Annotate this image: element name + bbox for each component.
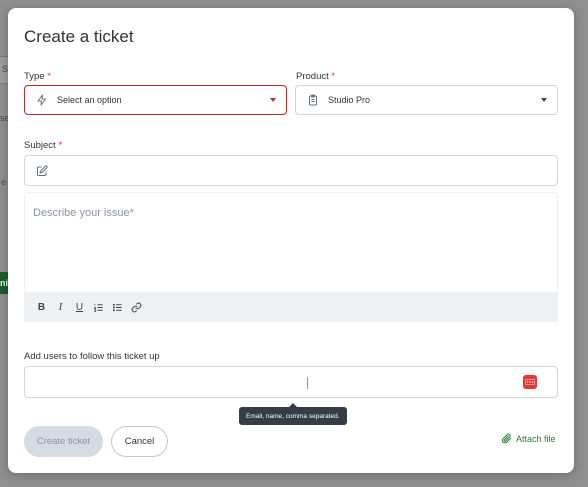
link-icon[interactable] <box>127 299 146 315</box>
product-label: Product * <box>296 71 335 82</box>
create-ticket-button[interactable]: Create ticket <box>24 426 103 457</box>
cancel-button[interactable]: Cancel <box>111 426 168 457</box>
type-label: Type * <box>24 71 51 82</box>
description-placeholder: Describe your issue* <box>33 207 134 219</box>
text-cursor <box>307 377 308 389</box>
background-text: ni <box>0 278 8 288</box>
editor-toolbar: B I U <box>24 292 558 322</box>
subject-label-text: Subject <box>24 140 56 151</box>
create-ticket-modal: Create a ticket Type * Select an option … <box>8 8 574 473</box>
type-label-text: Type <box>24 71 45 82</box>
type-select[interactable]: Select an option <box>24 85 287 115</box>
clipboard-icon <box>306 93 320 107</box>
chevron-down-icon <box>270 98 276 102</box>
bold-icon[interactable]: B <box>32 299 51 315</box>
type-select-value: Select an option <box>57 95 122 105</box>
paperclip-icon <box>501 433 512 444</box>
chevron-down-icon <box>541 98 547 102</box>
password-dots-icon[interactable] <box>523 375 537 389</box>
subject-label: Subject * <box>24 140 62 151</box>
attach-file-label: Attach file <box>516 433 556 444</box>
followers-tooltip: Email, name, comma separated. <box>239 403 347 425</box>
italic-icon[interactable]: I <box>51 299 70 315</box>
background-text: e <box>1 177 7 187</box>
edit-icon <box>36 164 48 182</box>
required-mark: * <box>47 71 51 82</box>
product-select-value: Studio Pro <box>328 95 371 105</box>
followers-input[interactable] <box>24 366 558 398</box>
followers-label: Add users to follow this ticket up <box>24 351 160 362</box>
required-mark: * <box>58 140 63 151</box>
bullet-list-icon[interactable] <box>108 299 127 315</box>
underline-icon[interactable]: U <box>70 299 89 315</box>
product-label-text: Product <box>296 71 329 82</box>
modal-title: Create a ticket <box>24 27 134 46</box>
subject-input[interactable] <box>24 155 558 186</box>
ordered-list-icon[interactable] <box>89 299 108 315</box>
attach-file-link[interactable]: Attach file <box>501 433 556 444</box>
required-mark: * <box>331 71 336 82</box>
bolt-icon <box>35 93 49 107</box>
product-select[interactable]: Studio Pro <box>295 85 558 115</box>
